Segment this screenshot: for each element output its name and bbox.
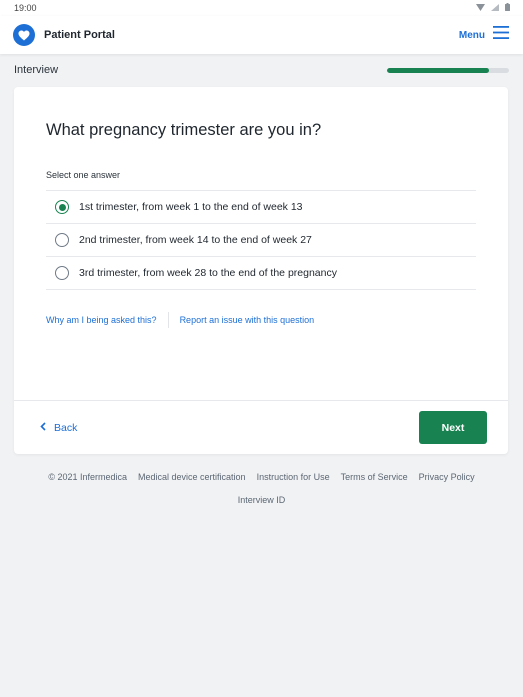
answer-option-label: 1st trimester, from week 1 to the end of… — [79, 201, 303, 213]
brand[interactable]: Patient Portal — [13, 24, 115, 46]
answer-list: 1st trimester, from week 1 to the end of… — [46, 190, 476, 290]
interview-id-link[interactable]: Interview ID — [238, 495, 286, 505]
question-body: What pregnancy trimester are you in? Sel… — [14, 87, 508, 400]
top-navigation-bar: Patient Portal Menu — [0, 16, 523, 54]
app-title: Patient Portal — [44, 29, 115, 41]
copyright-text: © 2021 Infermedica — [48, 472, 128, 482]
footer-link-privacy[interactable]: Privacy Policy — [419, 472, 475, 482]
progress-section: Interview — [0, 54, 523, 86]
battery-icon — [505, 3, 510, 13]
why-asked-link[interactable]: Why am I being asked this? — [46, 315, 157, 325]
status-icons — [476, 3, 510, 13]
menu-button[interactable]: Menu — [459, 26, 509, 44]
footer-link-certification[interactable]: Medical device certification — [138, 472, 246, 482]
status-bar: 19:00 — [0, 0, 523, 16]
answer-option-2[interactable]: 2nd trimester, from week 14 to the end o… — [46, 224, 476, 257]
page-footer: © 2021 Infermedica Medical device certif… — [0, 472, 523, 505]
footer-link-instructions[interactable]: Instruction for Use — [257, 472, 330, 482]
back-label: Back — [54, 421, 78, 434]
status-time: 19:00 — [14, 3, 37, 13]
heart-icon — [13, 24, 35, 46]
footer-link-terms[interactable]: Terms of Service — [341, 472, 408, 482]
wifi-icon — [476, 3, 485, 13]
report-issue-link[interactable]: Report an issue with this question — [180, 315, 315, 325]
help-links: Why am I being asked this? Report an iss… — [46, 312, 476, 328]
chevron-left-icon — [40, 421, 46, 434]
answer-option-1[interactable]: 1st trimester, from week 1 to the end of… — [46, 191, 476, 224]
answer-option-3[interactable]: 3rd trimester, from week 28 to the end o… — [46, 257, 476, 290]
answer-option-label: 2nd trimester, from week 14 to the end o… — [79, 234, 312, 246]
signal-icon — [491, 3, 499, 13]
footer-links: © 2021 Infermedica Medical device certif… — [0, 472, 523, 482]
radio-button[interactable] — [55, 266, 69, 280]
radio-button[interactable] — [55, 200, 69, 214]
back-button[interactable]: Back — [40, 422, 77, 434]
next-button[interactable]: Next — [419, 411, 487, 444]
question-navigation: Back Next — [14, 400, 508, 454]
hamburger-icon — [493, 26, 509, 44]
radio-button[interactable] — [55, 233, 69, 247]
progress-bar-fill — [387, 67, 490, 73]
answer-option-label: 3rd trimester, from week 28 to the end o… — [79, 267, 337, 279]
answer-instruction: Select one answer — [46, 170, 121, 180]
menu-label: Menu — [458, 29, 485, 41]
progress-bar — [387, 67, 509, 73]
question-title: What pregnancy trimester are you in? — [46, 121, 322, 139]
divider — [167, 312, 169, 328]
interview-id: Interview ID — [0, 495, 523, 505]
question-card: What pregnancy trimester are you in? Sel… — [14, 87, 508, 454]
progress-label: Interview — [14, 64, 59, 76]
